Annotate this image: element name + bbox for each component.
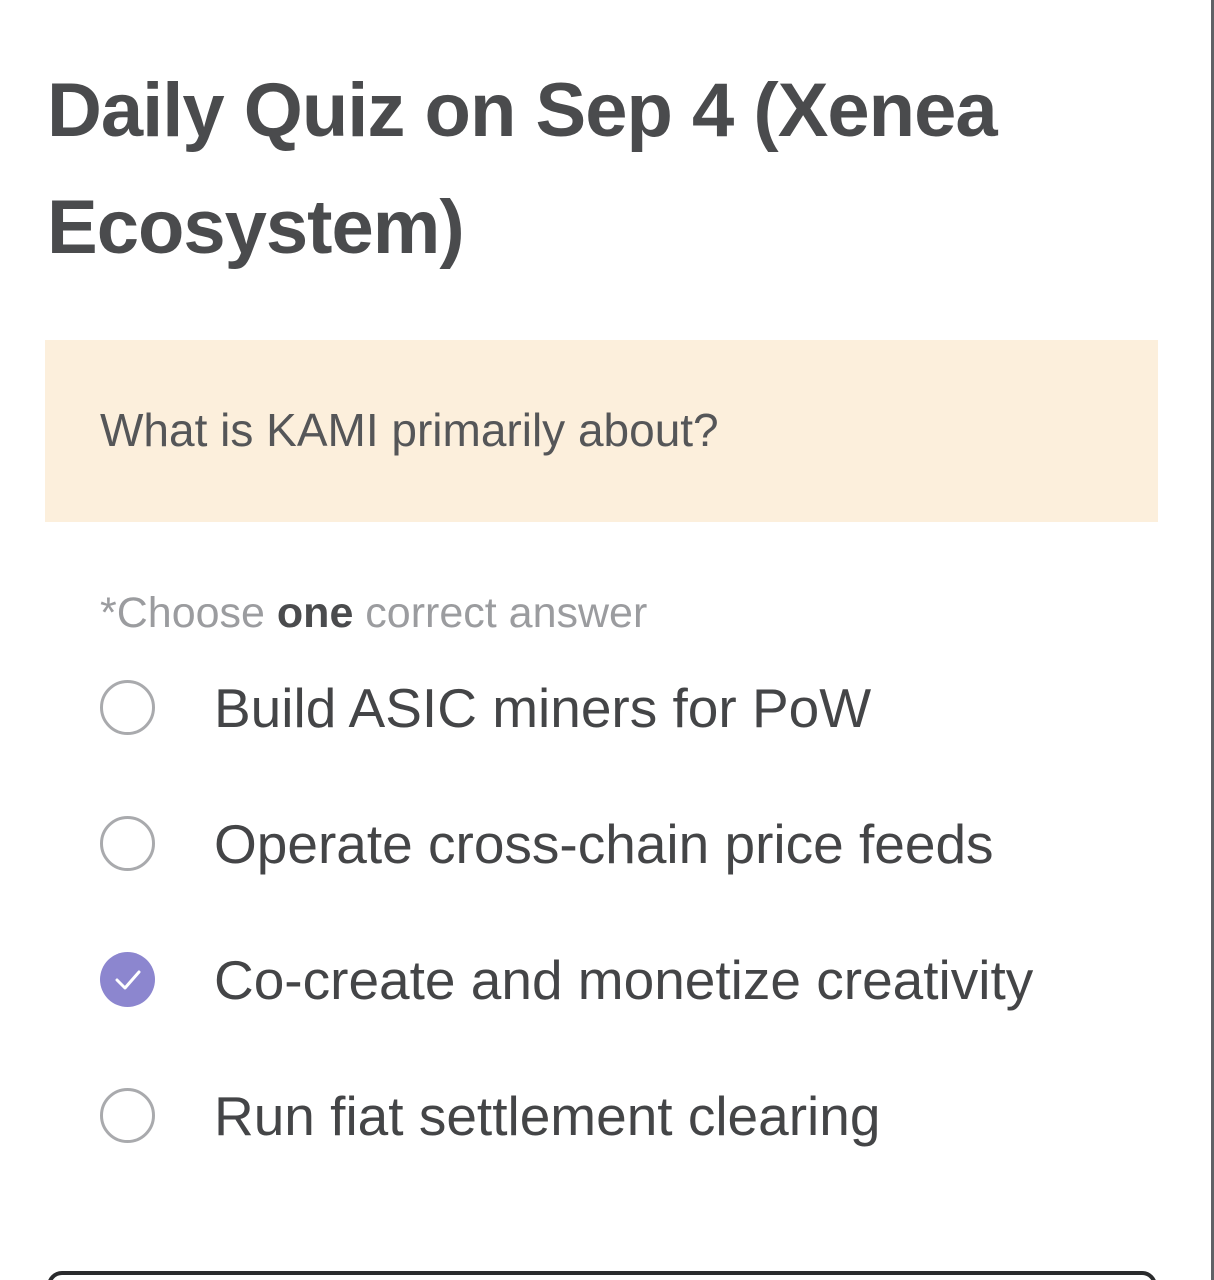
radio-button-2[interactable] — [100, 816, 155, 871]
answer-option-1[interactable]: Build ASIC miners for PoW — [98, 670, 1178, 750]
radio-button-1[interactable] — [100, 680, 155, 735]
answer-option-label-2: Operate cross-chain price feeds — [214, 813, 994, 875]
quiz-title: Daily Quiz on Sep 4 (Xenea Ecosystem) — [47, 68, 998, 270]
answer-instruction: *Choose one correct answer — [100, 586, 647, 640]
answer-option-2[interactable]: Operate cross-chain price feeds — [98, 806, 1178, 886]
instruction-emphasis: one — [276, 589, 354, 637]
answer-option-label-3: Co-create and monetize creativity — [214, 949, 1034, 1011]
radio-button-3-selected[interactable] — [100, 952, 155, 1007]
instruction-suffix: correct answer — [353, 589, 648, 637]
answer-option-label-1: Build ASIC miners for PoW — [214, 677, 872, 739]
quiz-screen: Daily Quiz on Sep 4 (Xenea Ecosystem) Wh… — [0, 0, 1214, 1280]
answer-option-4[interactable]: Run fiat settlement clearing — [98, 1078, 1178, 1158]
bottom-action-button-edge[interactable] — [47, 1271, 1157, 1280]
instruction-prefix: *Choose — [100, 589, 277, 637]
question-text: What is KAMI primarily about? — [100, 404, 719, 456]
question-card: What is KAMI primarily about? — [45, 340, 1158, 522]
radio-button-4[interactable] — [100, 1088, 155, 1143]
answer-option-3[interactable]: Co-create and monetize creativity — [98, 942, 1178, 1022]
checkmark-icon — [115, 970, 141, 990]
answer-option-label-4: Run fiat settlement clearing — [214, 1085, 881, 1147]
